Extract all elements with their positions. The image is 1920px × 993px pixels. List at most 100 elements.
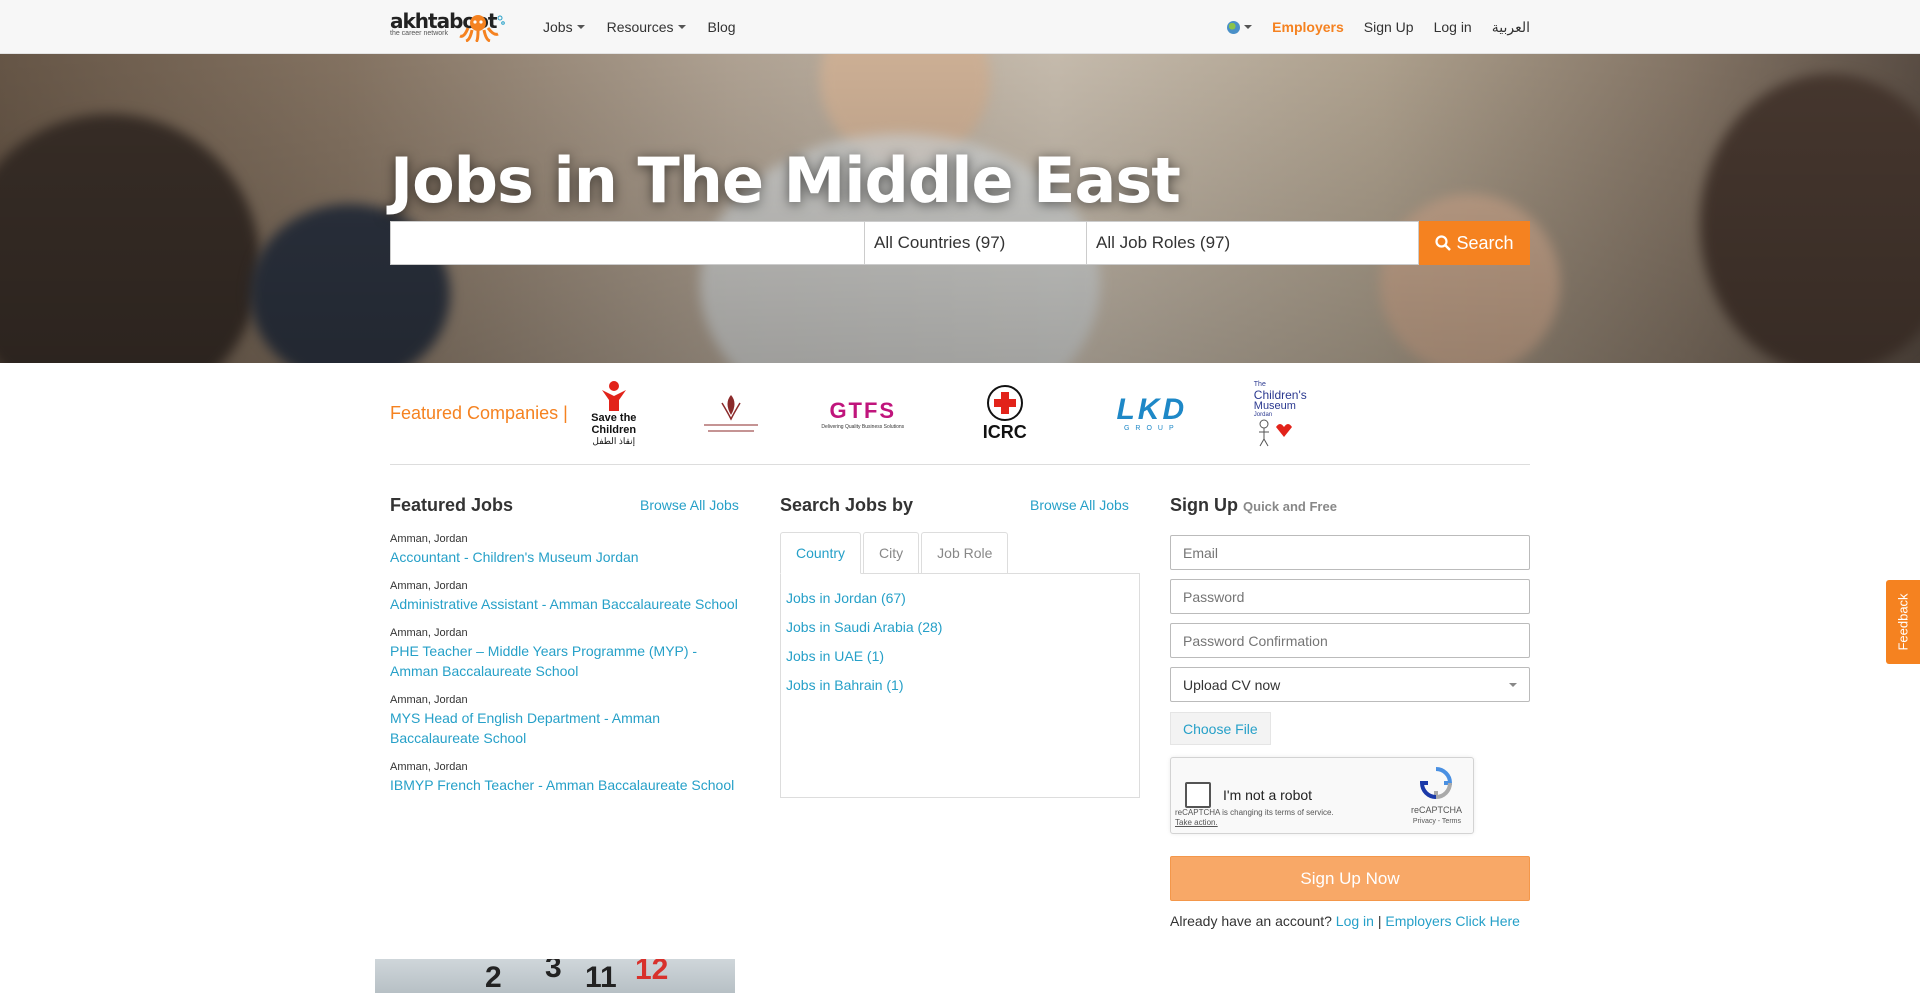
nav-arabic[interactable]: العربية	[1492, 19, 1530, 36]
featured-companies-title: Featured Companies |	[390, 403, 568, 423]
separator: |	[1377, 913, 1382, 929]
search-jobs-by: Search Jobs by Browse All Jobs Country C…	[780, 495, 1140, 798]
save-the-children-icon	[601, 381, 626, 411]
signup-title-text: Sign Up	[1170, 495, 1238, 515]
already-account-text: Already have an account? Log in | Employ…	[1170, 913, 1530, 929]
save-the-children-line: Children	[591, 424, 637, 436]
octopus-icon	[459, 15, 505, 42]
country-select[interactable]: All Countries (97)	[865, 221, 1087, 265]
calendar-number: 11	[585, 961, 617, 993]
featured-job-item: Amman, Jordan Accountant - Children's Mu…	[390, 533, 740, 567]
recaptcha-note-text: reCAPTCHA is changing its terms of servi…	[1175, 808, 1334, 817]
amman-baccalaureate-seal	[703, 394, 758, 431]
hero-banner: Jobs in The Middle East All Countries (9…	[0, 54, 1920, 363]
chevron-down-icon	[576, 25, 585, 29]
lkd-logo-text: LKD	[1116, 393, 1188, 426]
featured-job-item: Amman, Jordan Administrative Assistant -…	[390, 580, 740, 614]
nav-login[interactable]: Log in	[1434, 19, 1472, 35]
gtfs-logo-text: GTFS	[829, 397, 897, 423]
amman-baccalaureate-logo[interactable]	[696, 379, 766, 449]
save-the-children-line: إنقاذ الطفل	[592, 436, 636, 446]
job-title-link[interactable]: IBMYP French Teacher - Amman Baccalaurea…	[390, 775, 740, 795]
museum-line: Children's	[1253, 387, 1307, 402]
job-title-link[interactable]: PHE Teacher – Middle Years Programme (MY…	[390, 641, 740, 681]
nav-signup[interactable]: Sign Up	[1364, 19, 1414, 35]
sign-up-now-button[interactable]: Sign Up Now	[1170, 856, 1530, 901]
login-link[interactable]: Log in	[1336, 913, 1374, 929]
akhtaboot-logo[interactable]: akhtaboot the career network	[390, 10, 515, 44]
cv-upload-select[interactable]: Upload CV now	[1170, 667, 1530, 702]
recaptcha-widget: I'm not a robot reCAPTCHA is changing it…	[1170, 757, 1474, 834]
museum-line: Museum	[1253, 399, 1296, 412]
job-location: Amman, Jordan	[390, 694, 468, 706]
job-title-link[interactable]: MYS Head of English Department - Amman B…	[390, 708, 740, 748]
job-location: Amman, Jordan	[390, 533, 468, 545]
chevron-down-icon	[1244, 25, 1253, 29]
keyword-input[interactable]	[390, 221, 865, 265]
save-the-children-logo[interactable]: Save the Children إنقاذ الطفل	[584, 379, 644, 449]
navbar-inner: akhtaboot the career network Jobs Resour…	[390, 0, 1530, 54]
nav-resources-label: Resources	[606, 19, 674, 35]
recaptcha-terms-link[interactable]: Privacy - Terms	[1413, 818, 1461, 825]
nav-employers[interactable]: Employers	[1272, 19, 1344, 35]
email-field[interactable]	[1170, 535, 1530, 570]
job-location: Amman, Jordan	[390, 761, 468, 773]
museum-figures-icon	[1258, 419, 1292, 446]
calendar-image: 2 3 11 12	[375, 959, 735, 993]
lkd-logo-subtext: GROUP	[1123, 425, 1180, 432]
calendar-number: 3	[545, 959, 562, 984]
red-cross-icon	[986, 385, 1023, 421]
tab-job-role[interactable]: Job Role	[921, 532, 1009, 574]
jobs-in-country-link[interactable]: Jobs in Saudi Arabia (28)	[786, 618, 1134, 637]
calendar-number: 2	[485, 961, 502, 993]
job-title-link[interactable]: Administrative Assistant - Amman Baccala…	[390, 594, 740, 614]
featured-job-item: Amman, Jordan MYS Head of English Depart…	[390, 694, 740, 748]
featured-companies: Featured Companies | Save the Children إ…	[390, 363, 1530, 465]
signup-subtitle: Quick and Free	[1243, 499, 1337, 514]
signup-form: Sign Up Quick and Free Upload CV now Cho…	[1170, 495, 1530, 929]
feedback-tab[interactable]: Feedback	[1886, 580, 1920, 664]
nav-left: Jobs Resources Blog	[543, 19, 758, 35]
museum-line: Jordan	[1253, 411, 1273, 418]
country-switcher[interactable]	[1227, 20, 1253, 34]
browse-all-jobs-link[interactable]: Browse All Jobs	[640, 497, 739, 513]
jobs-in-country-link[interactable]: Jobs in Jordan (67)	[786, 589, 1134, 608]
nav-jobs[interactable]: Jobs	[543, 19, 585, 35]
navbar: akhtaboot the career network Jobs Resour…	[0, 0, 1920, 54]
tab-country[interactable]: Country	[780, 532, 862, 574]
jobs-in-country-link[interactable]: Jobs in UAE (1)	[786, 647, 1134, 666]
nav-right: Employers Sign Up Log in العربية	[1227, 19, 1530, 36]
search-tabs: Country City Job Role	[780, 532, 1140, 574]
chevron-down-icon	[1509, 682, 1517, 687]
job-location: Amman, Jordan	[390, 627, 468, 639]
job-location: Amman, Jordan	[390, 580, 468, 592]
password-confirmation-field[interactable]	[1170, 623, 1530, 658]
job-role-select[interactable]: All Job Roles (97)	[1087, 221, 1419, 265]
employers-click-here-link[interactable]: Employers Click Here	[1385, 913, 1520, 929]
nav-blog[interactable]: Blog	[708, 19, 736, 35]
featured-job-item: Amman, Jordan PHE Teacher – Middle Years…	[390, 627, 740, 681]
nav-resources[interactable]: Resources	[607, 19, 686, 35]
job-title-link[interactable]: Accountant - Children's Museum Jordan	[390, 547, 740, 567]
choose-file-button[interactable]: Choose File	[1170, 712, 1271, 745]
chevron-down-icon	[677, 25, 686, 29]
recaptcha-icon	[1419, 767, 1453, 800]
featured-jobs: Featured Jobs Browse All Jobs Amman, Jor…	[390, 495, 740, 795]
jobs-in-country-link[interactable]: Jobs in Bahrain (1)	[786, 676, 1134, 695]
icrc-logo[interactable]: ICRC	[960, 379, 1050, 449]
featured-job-item: Amman, Jordan IBMYP French Teacher - Amm…	[390, 761, 740, 795]
browse-all-jobs-link[interactable]: Browse All Jobs	[1030, 497, 1129, 513]
recaptcha-label: I'm not a robot	[1223, 787, 1313, 803]
search-button[interactable]: Search	[1419, 221, 1530, 265]
lkd-group-logo[interactable]: LKD GROUP	[1102, 379, 1202, 449]
gtfs-logo[interactable]: GTFS Delivering Quality Business Solutio…	[818, 379, 908, 449]
recaptcha-checkbox[interactable]	[1185, 782, 1211, 808]
password-field[interactable]	[1170, 579, 1530, 614]
childrens-museum-logo[interactable]: The Children's Museum Jordan	[1254, 379, 1330, 449]
search-icon	[1435, 235, 1452, 251]
recaptcha-brand: reCAPTCHA	[1410, 805, 1462, 815]
feedback-label: Feedback	[1895, 593, 1911, 651]
tab-city[interactable]: City	[863, 532, 920, 574]
icrc-logo-text: ICRC	[982, 422, 1027, 442]
recaptcha-take-action-link[interactable]: Take action.	[1175, 818, 1334, 828]
